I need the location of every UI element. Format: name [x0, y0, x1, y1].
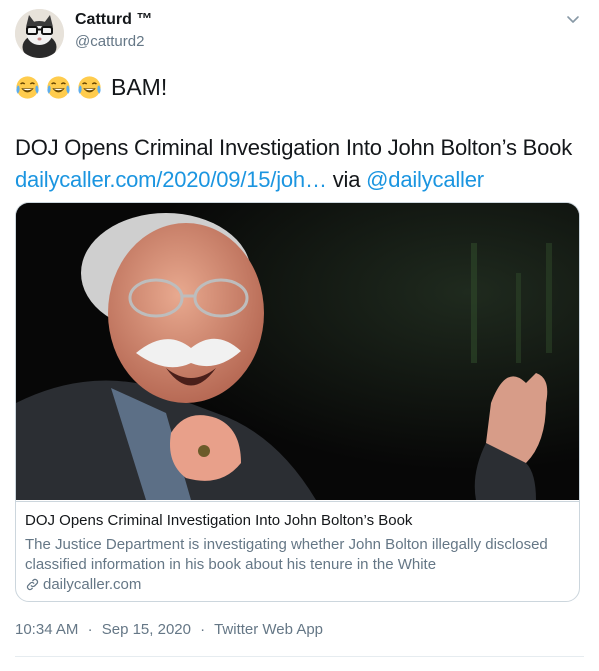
author-handle[interactable]: @catturd2	[75, 33, 144, 50]
tweet-text: BAM!	[111, 73, 168, 100]
card-image	[16, 203, 579, 500]
face-with-tears-of-joy-icon	[16, 75, 39, 99]
tweet-meta: 10:34 AM · Sep 15, 2020 · Twitter Web Ap…	[15, 621, 323, 638]
cat-avatar-icon	[15, 9, 64, 58]
card-domain: dailycaller.com	[25, 576, 141, 593]
article-link[interactable]: dailycaller.com/2020/09/15/joh…	[15, 167, 327, 192]
meta-separator: ·	[200, 621, 206, 638]
avatar[interactable]	[15, 9, 64, 58]
divider	[15, 656, 584, 657]
card-domain-text: dailycaller.com	[43, 576, 142, 593]
card-body: DOJ Opens Criminal Investigation Into Jo…	[16, 501, 579, 593]
face-with-tears-of-joy-icon	[78, 75, 101, 99]
link-preview-card[interactable]: DOJ Opens Criminal Investigation Into Jo…	[15, 202, 580, 602]
link-icon	[26, 578, 39, 591]
via-label: via	[332, 167, 361, 192]
author-display-name[interactable]: Catturd ™	[75, 11, 152, 29]
tweet-headline: DOJ Opens Criminal Investigation Into Jo…	[15, 135, 573, 160]
face-with-tears-of-joy-icon	[47, 75, 70, 99]
tweet-time[interactable]: 10:34 AM	[15, 621, 78, 638]
tweet-text-line: BAM!	[15, 72, 167, 102]
tweet-link-line: dailycaller.com/2020/09/15/joh… via @dai…	[15, 167, 484, 193]
meta-separator: ·	[87, 621, 93, 638]
tweet: Catturd ™ @catturd2 BAM! DOJ Opens Crimi…	[0, 0, 599, 671]
more-options-chevron-icon[interactable]	[563, 12, 583, 28]
tweet-source[interactable]: Twitter Web App	[214, 621, 323, 638]
via-handle-link[interactable]: @dailycaller	[366, 167, 484, 192]
card-title: DOJ Opens Criminal Investigation Into Jo…	[25, 512, 413, 529]
card-description: The Justice Department is investigating …	[25, 536, 548, 573]
tweet-date[interactable]: Sep 15, 2020	[102, 621, 191, 638]
